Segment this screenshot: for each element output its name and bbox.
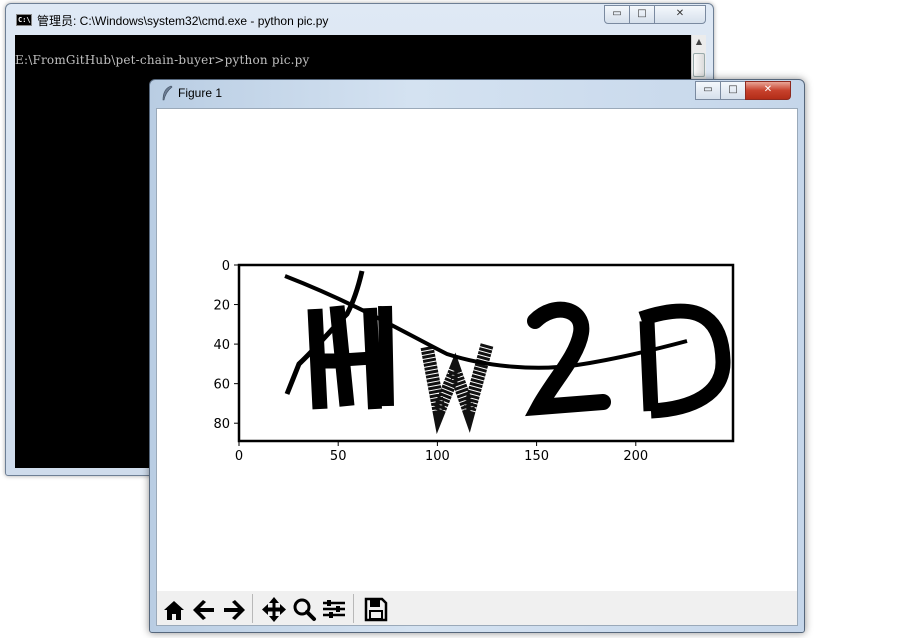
figure-client-area: 0 50 100 150 200 0 20 40 60 80 (156, 108, 798, 626)
y-tick-label: 80 (213, 417, 230, 432)
figure-titlebar[interactable]: Figure 1 ▭ □ ✕ (150, 80, 804, 108)
x-tick-label: 100 (425, 449, 450, 464)
y-tick-label: 40 (213, 338, 230, 353)
configure-subplots-icon[interactable] (319, 595, 349, 623)
save-icon[interactable] (361, 595, 391, 623)
x-tick-label: 200 (623, 449, 648, 464)
figure-canvas[interactable]: 0 50 100 150 200 0 20 40 60 80 (157, 109, 797, 591)
x-tick-label: 0 (235, 449, 243, 464)
cmd-app-icon: C:\ (16, 14, 32, 26)
figure-window-title: Figure 1 (178, 86, 223, 100)
y-tick-label: 60 (213, 378, 230, 393)
feather-icon (162, 85, 173, 101)
cmd-minimize-button[interactable]: ▭ (604, 5, 630, 24)
x-tick-label: 150 (524, 449, 549, 464)
cmd-maximize-button[interactable]: □ (629, 5, 655, 24)
figure-maximize-button[interactable]: □ (720, 81, 746, 100)
scroll-up-icon[interactable]: ▲ (693, 37, 705, 51)
pan-icon[interactable] (259, 595, 289, 623)
y-tick-label: 0 (222, 259, 230, 274)
forward-arrow-icon[interactable] (219, 595, 249, 623)
back-arrow-icon[interactable] (189, 595, 219, 623)
zoom-icon[interactable] (289, 595, 319, 623)
y-tick-label: 20 (213, 299, 230, 314)
figure-window: Figure 1 ▭ □ ✕ 0 50 100 150 200 0 20 40 … (149, 79, 805, 633)
toolbar-separator (252, 594, 253, 623)
cmd-prompt-line: E:\FromGitHub\pet-chain-buyer>python pic… (15, 53, 310, 67)
cmd-close-button[interactable]: ✕ (654, 5, 706, 24)
home-icon[interactable] (159, 595, 189, 623)
toolbar-separator (353, 594, 354, 623)
x-tick-label: 50 (330, 449, 347, 464)
captcha-image (284, 270, 731, 435)
cmd-window-title: 管理员: C:\Windows\system32\cmd.exe - pytho… (37, 14, 329, 28)
cmd-scroll-thumb[interactable] (693, 53, 705, 77)
cmd-titlebar[interactable]: C:\ 管理员: C:\Windows\system32\cmd.exe - p… (6, 4, 713, 34)
navigation-toolbar (157, 591, 797, 625)
figure-minimize-button[interactable]: ▭ (695, 81, 721, 100)
figure-close-button[interactable]: ✕ (745, 81, 791, 100)
